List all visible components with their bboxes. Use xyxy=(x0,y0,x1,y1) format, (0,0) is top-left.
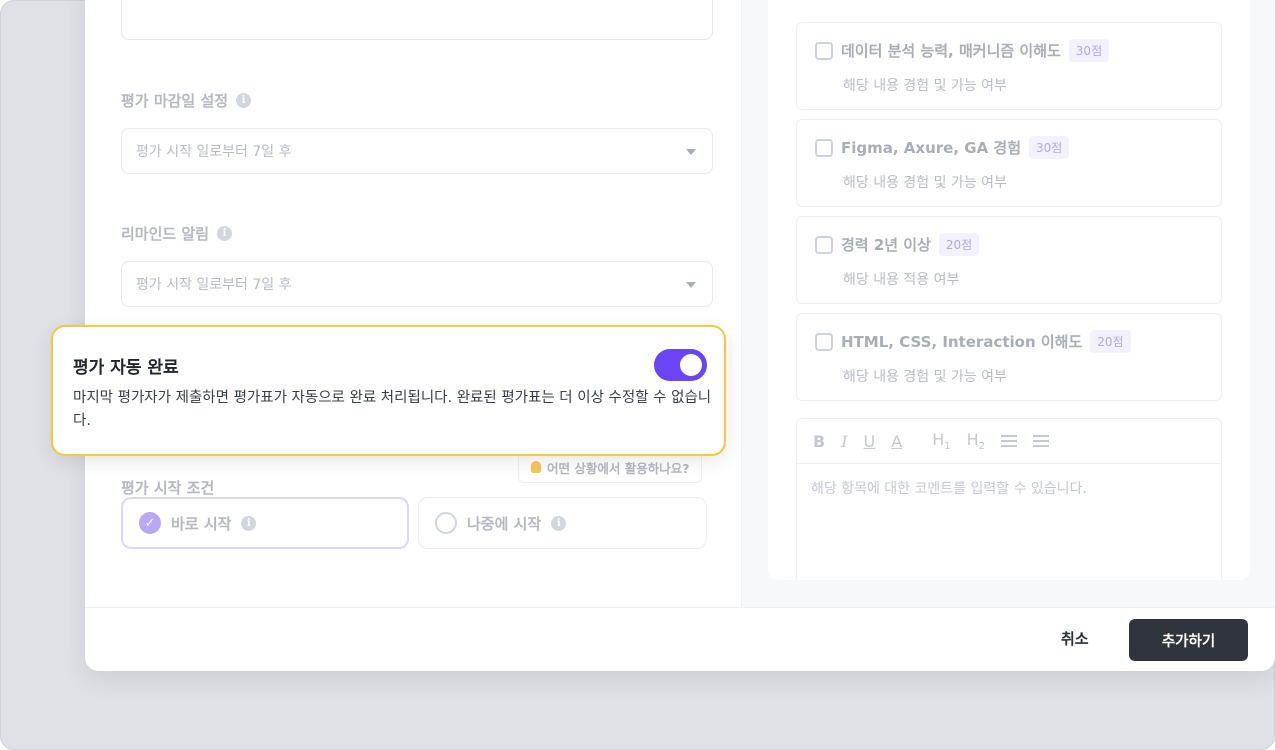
bullet-list-icon[interactable] xyxy=(1033,435,1050,447)
comment-editor: B I U A H1 H2 해당 항목에 대한 코멘트를 입력할 수 있습니다. xyxy=(796,418,1222,580)
criteria-card: Figma, Axure, GA 경험 30점 해당 내용 경험 및 가능 여부 xyxy=(796,119,1222,207)
auto-complete-title: 평가 자동 완료 xyxy=(73,358,179,378)
reminder-select-value: 평가 시작 일로부터 7일 후 xyxy=(136,277,292,293)
start-condition-label-text: 평가 시작 조건 xyxy=(121,479,215,497)
usage-hint-text: 어떤 상황에서 활용하나요? xyxy=(547,460,690,476)
info-icon[interactable]: i xyxy=(241,515,257,531)
modal-footer: 취소 추가하기 xyxy=(85,607,1275,671)
text-color-icon[interactable]: A xyxy=(891,432,902,451)
criteria-description: 해당 내용 경험 및 가능 여부 xyxy=(843,78,1007,94)
criteria-title: 데이터 분석 능력, 매커니즘 이해도 xyxy=(841,42,1061,60)
info-icon[interactable]: i xyxy=(236,93,252,108)
criteria-card: 데이터 분석 능력, 매커니즘 이해도 30점 해당 내용 경험 및 가능 여부 xyxy=(796,22,1222,110)
previous-text-field[interactable] xyxy=(121,0,713,40)
auto-complete-description: 마지막 평가자가 제출하면 평가표가 자동으로 완료 처리됩니다. 완료된 평가… xyxy=(73,390,712,429)
deadline-select[interactable]: 평가 시작 일로부터 7일 후 xyxy=(121,128,713,174)
criteria-description: 해당 내용 적용 여부 xyxy=(843,272,960,288)
ordered-list-icon[interactable] xyxy=(1001,435,1018,447)
criteria-title: Figma, Axure, GA 경험 xyxy=(841,139,1021,157)
score-badge: 20점 xyxy=(938,233,980,256)
add-button[interactable]: 추가하기 xyxy=(1129,619,1248,661)
score-badge: 30점 xyxy=(1029,136,1070,159)
deadline-label: 평가 마감일 설정 i xyxy=(121,90,252,111)
criteria-panel: 데이터 분석 능력, 매커니즘 이해도 30점 해당 내용 경험 및 가능 여부… xyxy=(768,0,1250,580)
reminder-select[interactable]: 평가 시작 일로부터 7일 후 xyxy=(121,261,713,307)
info-icon[interactable]: i xyxy=(217,226,233,241)
lightbulb-icon xyxy=(531,461,541,473)
settings-column: 평가 마감일 설정 i 평가 시작 일로부터 7일 후 리마인드 알림 i 평가… xyxy=(85,0,741,607)
checkbox[interactable] xyxy=(815,41,833,60)
comment-input[interactable]: 해당 항목에 대한 코멘트를 입력할 수 있습니다. xyxy=(797,464,1221,512)
italic-icon[interactable]: I xyxy=(841,432,847,451)
cancel-button[interactable]: 취소 xyxy=(1061,628,1089,649)
criteria-title: HTML, CSS, Interaction 이해도 xyxy=(841,333,1083,351)
criteria-card: 경력 2년 이상 20점 해당 내용 적용 여부 xyxy=(796,216,1222,304)
checkbox[interactable] xyxy=(815,138,833,157)
option-start-now-label: 바로 시작 xyxy=(171,514,232,533)
toggle-knob xyxy=(680,354,702,376)
option-start-now[interactable]: ✓ 바로 시작 i xyxy=(121,497,409,549)
start-condition-label: 평가 시작 조건 xyxy=(121,477,214,498)
checkbox[interactable] xyxy=(815,332,833,351)
criteria-title: 경력 2년 이상 xyxy=(841,236,931,254)
radio-empty-icon xyxy=(435,512,457,534)
score-badge: 20점 xyxy=(1090,330,1131,353)
chevron-down-icon xyxy=(686,282,696,288)
option-start-later[interactable]: 나중에 시작 i xyxy=(418,497,707,549)
deadline-label-text: 평가 마감일 설정 xyxy=(121,92,229,110)
auto-complete-callout: 평가 자동 완료 마지막 평가자가 제출하면 평가표가 자동으로 완료 처리됩니… xyxy=(51,325,726,456)
chevron-down-icon xyxy=(686,149,696,155)
option-start-later-label: 나중에 시작 xyxy=(467,514,542,533)
bold-icon[interactable]: B xyxy=(813,432,825,451)
heading-2-icon[interactable]: H2 xyxy=(967,430,985,452)
info-icon[interactable]: i xyxy=(551,515,567,531)
reminder-label-text: 리마인드 알림 xyxy=(121,225,210,243)
checkbox[interactable] xyxy=(815,235,833,254)
editor-toolbar: B I U A H1 H2 xyxy=(797,419,1221,464)
heading-1-icon[interactable]: H1 xyxy=(932,430,950,452)
check-circle-icon: ✓ xyxy=(139,512,161,534)
underline-icon[interactable]: U xyxy=(864,432,876,451)
criteria-card: HTML, CSS, Interaction 이해도 20점 해당 내용 경험 … xyxy=(796,313,1222,401)
criteria-column: 데이터 분석 능력, 매커니즘 이해도 30점 해당 내용 경험 및 가능 여부… xyxy=(741,0,1275,607)
auto-complete-toggle[interactable] xyxy=(654,349,707,381)
reminder-label: 리마인드 알림 i xyxy=(121,223,233,244)
score-badge: 30점 xyxy=(1068,39,1110,62)
criteria-description: 해당 내용 경험 및 가능 여부 xyxy=(843,369,1007,385)
criteria-description: 해당 내용 경험 및 가능 여부 xyxy=(843,175,1007,191)
deadline-select-value: 평가 시작 일로부터 7일 후 xyxy=(136,144,292,160)
